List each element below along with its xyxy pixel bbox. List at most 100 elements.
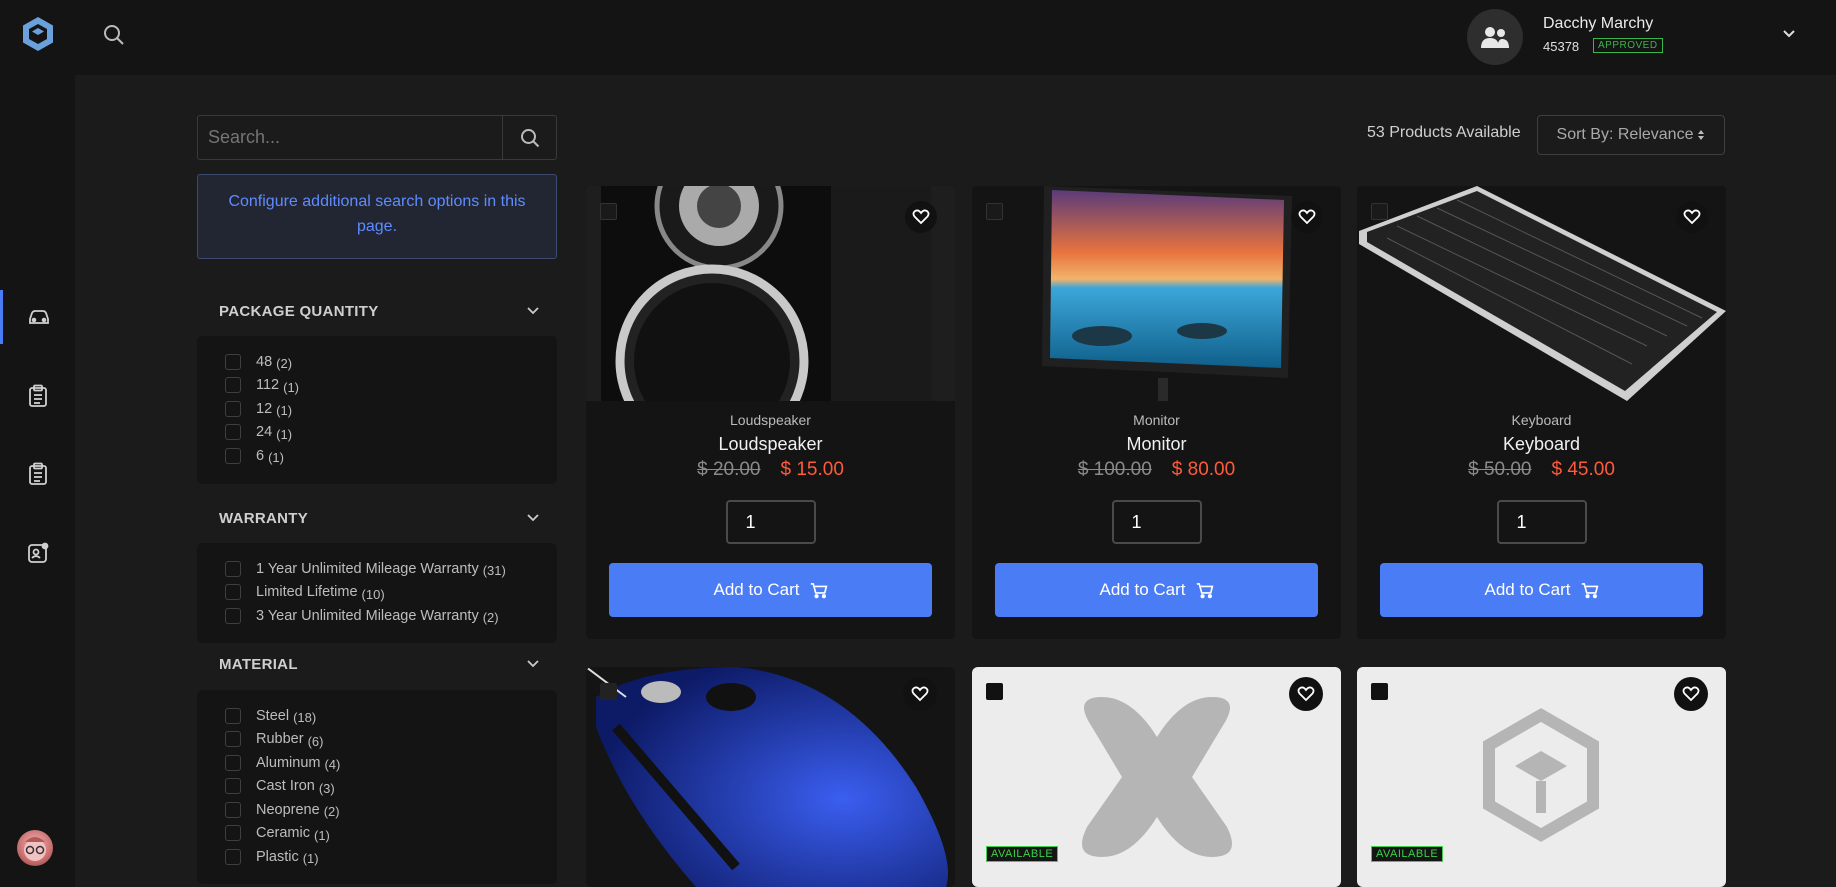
cart-icon xyxy=(1581,582,1598,598)
product-card: Keyboard Keyboard $ 50.00 $ 45.00 Add to… xyxy=(1357,186,1726,639)
filter-option[interactable]: Plastic (1) xyxy=(225,845,557,869)
checkbox[interactable] xyxy=(225,353,241,370)
chevron-down-icon xyxy=(527,514,539,522)
checkbox[interactable] xyxy=(225,731,241,748)
original-price: $ 50.00 xyxy=(1468,459,1532,480)
product-card-placeholder[interactable]: AVAILABLE xyxy=(972,667,1341,887)
app-logo-icon[interactable] xyxy=(18,14,58,54)
filter-option[interactable]: Cast Iron (3) xyxy=(225,775,557,799)
price-row: $ 20.00 $ 15.00 xyxy=(586,459,955,481)
product-count: 53 Products Available xyxy=(1367,124,1521,141)
facet-title: PACKAGE QUANTITY xyxy=(219,302,379,320)
quantity-input[interactable] xyxy=(725,500,816,544)
wishlist-button[interactable] xyxy=(1291,201,1323,233)
add-to-cart-button[interactable]: Add to Cart xyxy=(609,563,932,617)
filter-option[interactable]: Neoprene (2) xyxy=(225,798,557,822)
checkbox[interactable] xyxy=(225,848,241,865)
product-search xyxy=(197,115,557,160)
product-name[interactable]: Monitor xyxy=(972,434,1341,455)
compare-checkbox[interactable] xyxy=(1371,203,1388,220)
sale-price: $ 15.00 xyxy=(780,459,844,480)
original-price: $ 100.00 xyxy=(1077,459,1152,480)
clipboard-list-icon xyxy=(28,384,47,407)
configure-search-link[interactable]: Configure additional search options in t… xyxy=(197,174,557,259)
filter-option[interactable]: 24 (1) xyxy=(225,421,557,445)
checkbox[interactable] xyxy=(225,778,241,795)
product-image-keyboard[interactable] xyxy=(1357,186,1726,401)
facet-warranty-header[interactable]: WARRANTY xyxy=(219,506,539,530)
sort-dropdown[interactable]: Sort By: Relevance xyxy=(1537,115,1725,155)
compare-checkbox[interactable] xyxy=(600,683,617,700)
checkbox[interactable] xyxy=(225,400,241,417)
product-category: Monitor xyxy=(1133,412,1180,428)
user-avatar[interactable] xyxy=(17,830,53,866)
checkbox[interactable] xyxy=(225,754,241,771)
chevron-down-icon xyxy=(527,307,539,315)
nav-item-profile[interactable] xyxy=(0,526,75,580)
filter-option[interactable]: 48 (2) xyxy=(225,350,557,374)
checkbox[interactable] xyxy=(225,377,241,394)
facet-material-options: Steel (18) Rubber (6) Aluminum (4) Cast Iro… xyxy=(197,690,557,884)
quantity-input[interactable] xyxy=(1111,500,1202,544)
filter-option[interactable]: Aluminum (4) xyxy=(225,751,557,775)
price-row: $ 50.00 $ 45.00 xyxy=(1357,459,1726,481)
filter-option[interactable]: 1 Year Unlimited Mileage Warranty (31) xyxy=(225,557,557,581)
search-input[interactable] xyxy=(198,116,502,159)
top-bar: Dacchy Marchy 45378 APPROVED xyxy=(75,0,1836,75)
filter-option[interactable]: Rubber (6) xyxy=(225,728,557,752)
checkbox[interactable] xyxy=(225,447,241,464)
add-to-cart-button[interactable]: Add to Cart xyxy=(995,563,1318,617)
checkbox[interactable] xyxy=(225,825,241,842)
user-menu[interactable]: Dacchy Marchy 45378 APPROVED xyxy=(1467,7,1767,67)
search-icon[interactable] xyxy=(103,24,125,51)
cart-icon xyxy=(810,582,827,598)
filter-option[interactable]: Limited Lifetime (10) xyxy=(225,581,557,605)
product-image-loudspeaker[interactable] xyxy=(586,186,955,401)
heart-icon xyxy=(912,209,930,225)
product-name[interactable]: Keyboard xyxy=(1357,434,1726,455)
filter-option[interactable]: 6 (1) xyxy=(225,444,557,468)
nav-item-vehicles[interactable] xyxy=(0,290,75,344)
user-group-icon xyxy=(1467,9,1523,65)
checkbox[interactable] xyxy=(225,801,241,818)
filter-option[interactable]: 3 Year Unlimited Mileage Warranty (2) xyxy=(225,604,557,628)
nav-item-quotes[interactable] xyxy=(0,447,75,501)
checkbox[interactable] xyxy=(225,707,241,724)
product-image-monitor[interactable] xyxy=(972,186,1341,401)
facet-package-quantity-header[interactable]: PACKAGE QUANTITY xyxy=(219,299,539,323)
add-to-cart-button[interactable]: Add to Cart xyxy=(1380,563,1703,617)
product-image-mouse xyxy=(586,667,948,887)
wishlist-button[interactable] xyxy=(1289,677,1323,711)
product-card-mouse[interactable] xyxy=(586,667,955,887)
sale-price: $ 80.00 xyxy=(1171,459,1236,480)
filter-option[interactable]: Steel (18) xyxy=(225,704,557,728)
wishlist-button[interactable] xyxy=(1676,201,1708,233)
chevron-down-icon[interactable] xyxy=(1782,26,1796,44)
checkbox[interactable] xyxy=(225,560,241,577)
product-name[interactable]: Loudspeaker xyxy=(586,434,955,455)
profile-notification-icon xyxy=(27,542,48,563)
compare-checkbox[interactable] xyxy=(600,203,617,220)
checkbox[interactable] xyxy=(225,607,241,624)
compare-checkbox[interactable] xyxy=(1371,683,1388,700)
wishlist-button[interactable] xyxy=(903,677,937,711)
checkbox[interactable] xyxy=(225,584,241,601)
wishlist-button[interactable] xyxy=(905,201,937,233)
checkbox[interactable] xyxy=(225,424,241,441)
quantity-input[interactable] xyxy=(1496,500,1587,544)
product-card-placeholder[interactable]: AVAILABLE xyxy=(1357,667,1726,887)
nav-item-orders[interactable] xyxy=(0,369,75,423)
facet-package-quantity-options: 48 (2) 112 (1) 12 (1) 24 (1) 6 (1) xyxy=(197,336,557,484)
status-badge: APPROVED xyxy=(1593,38,1663,53)
search-button[interactable] xyxy=(502,116,556,159)
compare-checkbox[interactable] xyxy=(986,203,1003,220)
heart-icon xyxy=(1298,209,1316,225)
filter-option[interactable]: Ceramic (1) xyxy=(225,822,557,846)
compare-checkbox[interactable] xyxy=(986,683,1003,700)
heart-icon xyxy=(1683,209,1701,225)
availability-badge: AVAILABLE xyxy=(1371,846,1444,862)
filter-option[interactable]: 112 (1) xyxy=(225,374,557,398)
filter-option[interactable]: 12 (1) xyxy=(225,397,557,421)
facet-material-header[interactable]: MATERIAL xyxy=(219,652,539,676)
wishlist-button[interactable] xyxy=(1674,677,1708,711)
